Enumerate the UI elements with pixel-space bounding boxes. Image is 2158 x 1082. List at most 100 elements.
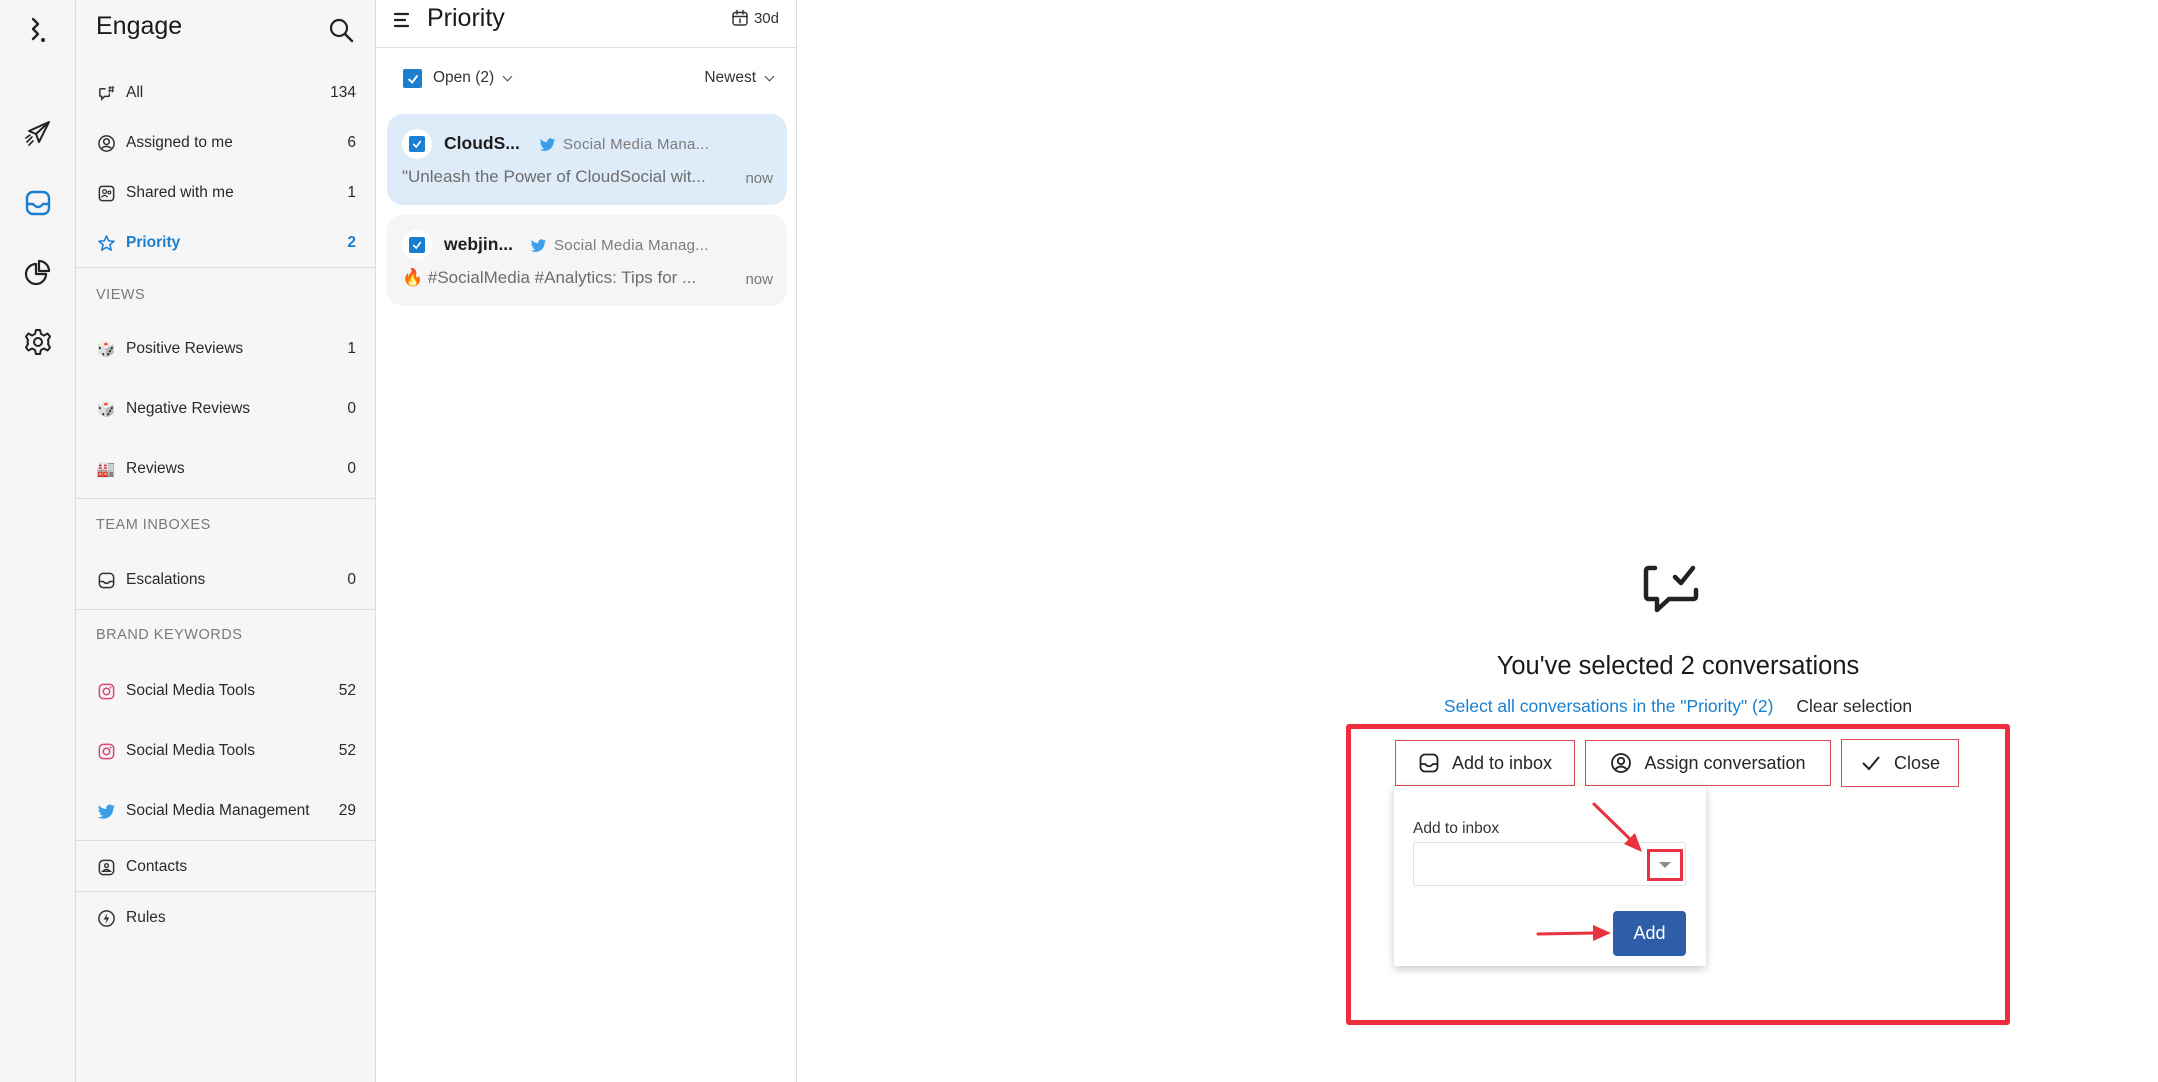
- pie-chart-icon[interactable]: [19, 253, 57, 291]
- chat-check-icon: [1643, 565, 1699, 613]
- inbox-icon: [96, 570, 116, 590]
- views-section-header: VIEWS: [96, 287, 146, 303]
- sidebar-item-label: Priority: [126, 234, 181, 251]
- chevron-down-icon: [764, 71, 775, 81]
- twitter-icon: [530, 239, 547, 252]
- sort-dropdown[interactable]: Newest: [704, 69, 775, 87]
- check-icon: [1862, 756, 1880, 771]
- sidebar-title: Engage: [96, 12, 183, 40]
- chevron-down-icon: [502, 71, 513, 81]
- sidebar-item-count: 0: [347, 400, 356, 417]
- sidebar-item-label: Rules: [126, 909, 166, 926]
- twitter-icon: [539, 138, 556, 151]
- selection-links: Select all conversations in the "Priorit…: [1346, 696, 2010, 717]
- conversation-source-label: Social Media Mana...: [563, 136, 710, 153]
- status-filter-dropdown[interactable]: Open (2): [433, 69, 513, 87]
- sidebar-item-count: 1: [347, 184, 356, 201]
- add-to-inbox-label: Add to inbox: [1451, 752, 1553, 773]
- sidebar-item-escalations[interactable]: Escalations 0: [76, 560, 376, 600]
- inbox-icon[interactable]: [19, 184, 57, 222]
- gear-icon[interactable]: [19, 323, 57, 361]
- sidebar-item-count: 134: [330, 84, 356, 101]
- sidebar-item-label: Positive Reviews: [126, 340, 244, 357]
- conversation-card[interactable]: CloudS... Social Media Mana... "Unleash …: [387, 114, 787, 205]
- divider: [76, 891, 376, 892]
- menu-icon[interactable]: [392, 10, 412, 30]
- sidebar-item-assigned-to-me[interactable]: Assigned to me 6: [76, 123, 376, 163]
- chat-hash-icon: [96, 83, 116, 103]
- divider: [76, 267, 376, 268]
- conversation-source-label: Social Media Manag...: [554, 237, 709, 254]
- brand-keywords-section-header: BRAND KEYWORDS: [96, 627, 243, 643]
- sidebar-item-reviews[interactable]: 🏭 Reviews 0: [76, 449, 376, 489]
- inbox-select-label: Add to inbox: [1413, 820, 1500, 837]
- sidebar-item-label: Shared with me: [126, 184, 234, 201]
- engage-sidebar: Engage All 134 Assigned to me 6 Shared w…: [76, 0, 376, 1082]
- dropdown-toggle[interactable]: [1647, 849, 1683, 881]
- conversation-card[interactable]: webjin... Social Media Manag... 🔥 #Socia…: [387, 215, 787, 306]
- sidebar-item-positive-reviews[interactable]: 🎲 Positive Reviews 1: [76, 329, 376, 369]
- divider: [76, 609, 376, 610]
- factory-emoji-icon: 🏭: [96, 461, 116, 478]
- sidebar-item-label: Contacts: [126, 858, 188, 875]
- lightning-circle-icon: [96, 908, 116, 928]
- sidebar-item-label: Reviews: [126, 460, 185, 477]
- sidebar-item-priority[interactable]: Priority 2: [76, 223, 376, 263]
- instagram-icon: [96, 741, 116, 761]
- shared-users-icon: [96, 183, 116, 203]
- user-circle-icon: [1611, 753, 1632, 773]
- search-icon[interactable]: [327, 16, 355, 44]
- status-filter-label: Open (2): [433, 69, 495, 86]
- sidebar-item-brand-keyword[interactable]: Social Media Tools 52: [76, 671, 376, 711]
- sidebar-item-brand-keyword[interactable]: Social Media Tools 52: [76, 731, 376, 771]
- sort-label: Newest: [704, 69, 756, 86]
- twitter-icon: [96, 801, 116, 821]
- sidebar-item-label: Social Media Tools: [126, 742, 255, 759]
- conversation-time: now: [745, 170, 773, 187]
- divider: [76, 498, 376, 499]
- brand-logo-icon[interactable]: [19, 12, 57, 50]
- star-icon: [96, 233, 116, 253]
- conversation-checkbox[interactable]: [409, 237, 425, 253]
- add-to-inbox-button[interactable]: Add to inbox: [1395, 740, 1575, 786]
- sidebar-item-label: Assigned to me: [126, 134, 233, 151]
- select-all-link[interactable]: Select all conversations in the "Priorit…: [1444, 696, 1774, 716]
- select-all-checkbox[interactable]: [403, 69, 422, 88]
- sidebar-item-count: 1: [347, 340, 356, 357]
- user-circle-icon: [96, 133, 116, 153]
- selection-heading: You've selected 2 conversations: [1496, 652, 1860, 680]
- date-range-filter[interactable]: 30d: [731, 9, 779, 27]
- sidebar-item-contacts[interactable]: Contacts: [76, 847, 376, 887]
- conversation-list-panel: Priority 30d Open (2) Newest CloudS... S…: [376, 0, 797, 1082]
- assign-conversation-button[interactable]: Assign conversation: [1585, 740, 1831, 786]
- sidebar-item-count: 0: [347, 571, 356, 588]
- assign-conversation-label: Assign conversation: [1644, 752, 1806, 773]
- sidebar-item-brand-keyword[interactable]: Social Media Management 29: [76, 791, 376, 831]
- sidebar-item-count: 6: [347, 134, 356, 151]
- sidebar-item-count: 29: [338, 802, 356, 819]
- checkbox-wrapper: [402, 129, 432, 159]
- sidebar-item-label: Escalations: [126, 571, 206, 588]
- conversation-checkbox[interactable]: [409, 136, 425, 152]
- sidebar-item-negative-reviews[interactable]: 🎲 Negative Reviews 0: [76, 389, 376, 429]
- add-button[interactable]: Add: [1613, 911, 1686, 956]
- date-range-label: 30d: [753, 9, 779, 27]
- paper-plane-icon[interactable]: [19, 114, 57, 152]
- dice-emoji-icon: 🎲: [96, 401, 116, 418]
- dice-emoji-icon: 🎲: [96, 341, 116, 358]
- clear-selection-link[interactable]: Clear selection: [1796, 696, 1912, 716]
- conversation-author: CloudS...: [444, 133, 520, 153]
- conversation-author: webjin...: [444, 234, 514, 254]
- list-header: Priority 30d: [376, 0, 797, 48]
- filter-row: Open (2) Newest: [376, 66, 797, 92]
- close-button[interactable]: Close: [1841, 739, 1959, 787]
- sidebar-item-count: 2: [347, 234, 356, 251]
- close-label: Close: [1893, 752, 1941, 773]
- sidebar-item-all[interactable]: All 134: [76, 73, 376, 113]
- contacts-icon: [96, 857, 116, 877]
- checkbox-wrapper: [402, 230, 432, 260]
- sidebar-item-shared-with-me[interactable]: Shared with me 1: [76, 173, 376, 213]
- conversation-source: Social Media Mana...: [539, 136, 709, 153]
- sidebar-item-rules[interactable]: Rules: [76, 898, 376, 938]
- calendar-icon: [732, 9, 748, 26]
